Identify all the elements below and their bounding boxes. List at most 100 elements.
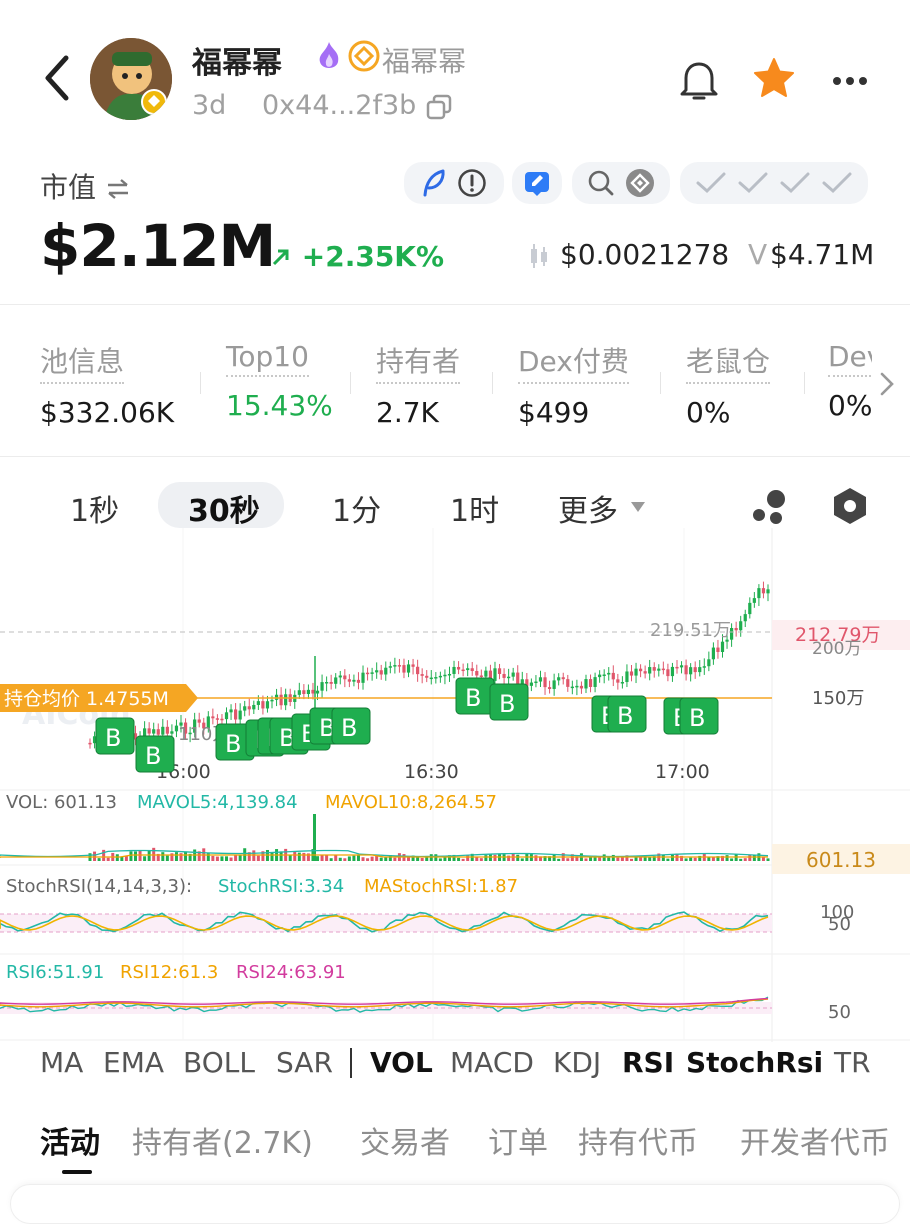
volume-bar	[475, 857, 479, 861]
volume-bar	[629, 858, 633, 861]
divider	[350, 372, 351, 394]
price-chart[interactable]: AICoin 219.51万 212.79万200万150万110万持仓均价 1.…	[0, 528, 910, 1042]
chevron-right-icon[interactable]	[878, 370, 896, 402]
volume-bar	[279, 851, 283, 861]
volume-bar	[256, 855, 260, 861]
stat-dev[interactable]: Dev 0%	[828, 340, 872, 422]
chain-icon	[626, 169, 654, 197]
volume-bar	[516, 854, 520, 861]
token-avatar[interactable]	[90, 38, 172, 120]
indicator-kdj[interactable]: KDJ	[553, 1046, 601, 1079]
market-cap-label[interactable]: 市值	[40, 166, 131, 206]
stat-top10[interactable]: Top10 15.43%	[226, 340, 333, 422]
search-chain-badges[interactable]	[572, 162, 670, 204]
volume-bar	[211, 855, 215, 861]
candle-body	[229, 709, 233, 713]
candle-body	[334, 677, 338, 684]
candle-body	[470, 668, 474, 672]
stoch-d-label: MAStochRSI:1.87	[364, 876, 518, 897]
stat-pool-info[interactable]: 池信息 $332.06K	[40, 340, 174, 429]
candle-body	[670, 666, 675, 677]
volume-bar	[316, 856, 320, 861]
stochrsi-pane: StochRSI(14,14,3,3): StochRSI:3.34 MAStoch…	[0, 876, 854, 935]
indicator-tr[interactable]: TR	[834, 1046, 871, 1079]
edit-badge[interactable]	[512, 162, 562, 204]
buy-marker: B	[607, 695, 647, 733]
candle-body	[438, 675, 442, 678]
candle-body	[507, 676, 511, 679]
back-button[interactable]	[38, 52, 78, 104]
indicator-vol[interactable]: VOL	[370, 1046, 433, 1079]
axis-label-150: 150万	[812, 688, 864, 709]
mavol5-label: MAVOL5:4,139.84	[137, 792, 298, 813]
tab-held-tokens[interactable]: 持有代币	[578, 1118, 698, 1162]
candle-body	[716, 647, 720, 652]
tab-activity[interactable]: 活动	[40, 1118, 100, 1162]
volume-bar	[648, 857, 652, 861]
buy-marker-label: B	[225, 730, 241, 758]
tab-dev-tokens[interactable]: 开发者代币	[740, 1118, 910, 1162]
copy-icon[interactable]	[426, 94, 452, 124]
indicator-dots-icon[interactable]	[750, 488, 790, 530]
arrow-up-right-icon	[272, 249, 289, 266]
divider	[350, 1048, 352, 1078]
buy-marker-label: B	[689, 704, 705, 732]
volume-bar	[238, 855, 242, 861]
indicator-rsi[interactable]: RSI	[622, 1046, 674, 1079]
settings-hex-icon[interactable]	[830, 486, 870, 530]
volume-bar	[338, 857, 342, 861]
timeframe-1h[interactable]: 1时	[450, 486, 499, 530]
volume-bar	[229, 857, 233, 861]
stoch-k-label: StochRSI:3.34	[218, 876, 344, 897]
timeframe-1m[interactable]: 1分	[332, 486, 381, 530]
tab-traders[interactable]: 交易者	[360, 1118, 450, 1162]
stat-label: 老鼠仓	[686, 340, 771, 384]
indicator-ma[interactable]: MA	[40, 1046, 83, 1079]
candle-body	[679, 665, 684, 668]
candle-body	[666, 669, 670, 677]
favorite-star-icon[interactable]	[752, 56, 796, 104]
candle-body	[356, 679, 361, 683]
stat-label: Dev	[828, 340, 872, 377]
stat-value: 2.7K	[376, 396, 439, 429]
timeframe-more[interactable]: 更多	[558, 486, 618, 530]
candle-body	[270, 699, 274, 702]
volume-bar	[725, 855, 729, 861]
indicator-stochrsi[interactable]: StochRsi	[686, 1046, 823, 1079]
candle-body	[234, 709, 238, 720]
volume-bar	[589, 857, 593, 861]
buy-marker: B	[679, 697, 719, 735]
tab-holders[interactable]: 持有者(2.7K)	[132, 1118, 313, 1162]
buy-marker-label: B	[499, 690, 515, 718]
volume-bar	[693, 857, 697, 861]
indicator-ema[interactable]: EMA	[103, 1046, 164, 1079]
tab-orders[interactable]: 订单	[488, 1118, 548, 1162]
more-options-icon[interactable]	[832, 72, 868, 91]
stat-value: 0%	[828, 389, 872, 422]
stat-insider[interactable]: 老鼠仓 0%	[686, 340, 771, 429]
contract-address[interactable]: 0x44...2f3b	[262, 90, 416, 121]
indicator-sar[interactable]: SAR	[276, 1046, 333, 1079]
volume-bar	[739, 858, 743, 861]
volume-bar	[393, 857, 397, 861]
caret-down-icon[interactable]	[630, 498, 646, 517]
candle-body	[657, 668, 661, 671]
stat-dex-paid[interactable]: Dex付费 $499	[518, 340, 629, 429]
volume-bar	[352, 855, 356, 861]
indicator-macd[interactable]: MACD	[450, 1046, 534, 1079]
volume-bar	[161, 852, 165, 861]
candle-body	[256, 701, 260, 705]
timeframe-1s[interactable]: 1秒	[70, 486, 119, 530]
volume-bar	[689, 857, 693, 861]
indicator-boll[interactable]: BOLL	[183, 1046, 255, 1079]
feather-warning-badges[interactable]	[404, 162, 504, 204]
security-checks[interactable]	[680, 162, 868, 204]
candle-body	[397, 665, 402, 667]
stat-holders[interactable]: 持有者 2.7K	[376, 340, 461, 429]
timeframe-30s[interactable]: 30秒	[188, 486, 260, 530]
candle-body	[475, 671, 479, 676]
bell-icon[interactable]	[678, 58, 720, 106]
vol-current-label: 601.13	[806, 848, 876, 872]
candle-body	[648, 667, 652, 674]
candle-body	[170, 731, 174, 734]
